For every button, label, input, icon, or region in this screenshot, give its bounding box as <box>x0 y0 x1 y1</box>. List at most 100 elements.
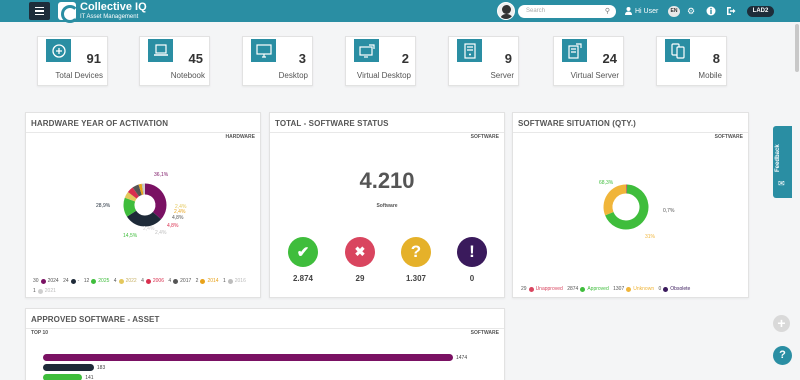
slice-label: 2,4% <box>155 230 167 236</box>
app-logo[interactable]: Collective IQ IT Asset Management <box>58 1 147 23</box>
status-unknown-count: 1.307 <box>405 274 427 283</box>
hardware-year-donut-chart <box>123 183 167 227</box>
donut-slice[interactable] <box>126 210 162 227</box>
bar-value-label: 183 <box>96 365 106 371</box>
device-count: 91 <box>86 51 101 66</box>
slice-label: 4,8% <box>167 223 179 229</box>
notebook-icon <box>148 39 173 62</box>
slice-label: 2,4% <box>175 204 187 210</box>
donut-slice[interactable] <box>138 183 144 196</box>
plus-circle-icon <box>46 39 71 62</box>
legend-item[interactable]: 1 2021 <box>33 286 56 296</box>
approved-software-panel: APPROVED SOFTWARE - ASSET TOP 10 SOFTWAR… <box>25 308 505 380</box>
slice-label: 2,4% <box>143 226 155 232</box>
check-icon[interactable]: ✔ <box>288 237 318 267</box>
legend-item[interactable]: 1 2016 <box>223 276 246 286</box>
slice-label: 0,7% <box>663 208 675 214</box>
language-selector[interactable]: EN <box>668 6 680 17</box>
legend-item[interactable]: 4 2022 <box>114 276 137 286</box>
legend-item[interactable]: 1307 Unknown <box>613 286 654 292</box>
legend-item[interactable]: 24- <box>63 276 79 286</box>
panel-title: TOTAL - SOFTWARE STATUS <box>275 119 389 128</box>
search-input[interactable]: Search ⚲ <box>518 5 616 18</box>
status-approved-count: 2.874 <box>292 274 314 283</box>
desktop-icon <box>251 39 276 62</box>
user-menu[interactable]: Hi User <box>625 7 658 15</box>
legend-item[interactable]: 2874 Approved <box>567 286 609 292</box>
device-label: Notebook <box>170 71 205 80</box>
search-icon[interactable]: ⚲ <box>605 7 610 15</box>
bar[interactable] <box>43 354 453 361</box>
exclamation-icon[interactable]: ! <box>457 237 487 267</box>
settings-gear-icon[interactable]: ⚙ <box>687 6 695 16</box>
hamburger-menu-button[interactable] <box>29 2 50 20</box>
device-card-server[interactable]: 9 Server <box>448 36 519 86</box>
app-title: Collective IQ <box>80 1 147 13</box>
help-button[interactable]: ? <box>773 346 792 365</box>
top-navigation-bar: Collective IQ IT Asset Management Search… <box>0 0 800 23</box>
donut-slice[interactable] <box>127 187 140 199</box>
panel-subtitle: TOP 10 <box>31 330 49 336</box>
donut-slice[interactable] <box>123 197 137 217</box>
info-icon[interactable] <box>706 6 716 18</box>
question-icon[interactable]: ? <box>401 237 431 267</box>
cross-icon[interactable]: ✖ <box>345 237 375 267</box>
device-card-total[interactable]: 91 Total Devices <box>37 36 108 86</box>
scrollbar[interactable] <box>795 24 799 72</box>
device-label: Mobile <box>698 71 722 80</box>
slice-label: 36,1% <box>154 172 169 178</box>
device-card-virtual-desktop[interactable]: 2 Virtual Desktop <box>345 36 416 86</box>
feedback-tab[interactable]: Feedback ✉ <box>773 126 792 198</box>
status-unapproved-count: 29 <box>355 274 365 283</box>
feedback-label: Feedback <box>775 144 781 172</box>
donut-slice[interactable] <box>124 191 137 202</box>
legend-item[interactable]: 4 2006 <box>141 276 164 286</box>
software-total: 4.210 <box>359 168 415 193</box>
device-card-desktop[interactable]: 3 Desktop <box>242 36 313 86</box>
donut-slice[interactable] <box>144 183 167 220</box>
legend-item[interactable]: 29 Unapproved <box>521 286 563 292</box>
feedback-icon: ✉ <box>778 179 785 188</box>
mobile-icon <box>665 39 690 62</box>
server-icon <box>457 39 482 62</box>
legend-item[interactable]: 2 2014 <box>196 276 219 286</box>
donut-slice[interactable] <box>132 184 143 197</box>
software-situation-legend: 29 Unapproved 2874 Approved 1307 Unknown 0O… <box>521 286 746 292</box>
software-situation-panel: SOFTWARE SITUATION (QTY.) SOFTWARE 68,3%… <box>512 112 749 298</box>
device-count: 2 <box>401 51 409 66</box>
legend-item[interactable]: 30 2024 <box>33 276 59 286</box>
panel-tag: SOFTWARE <box>470 134 499 140</box>
legend-item[interactable]: 12 2025 <box>84 276 110 286</box>
hardware-year-legend: 30 2024 24- 12 2025 4 2022 4 2006 4 2017 2 201… <box>33 276 258 296</box>
panel-title: APPROVED SOFTWARE - ASSET <box>31 315 160 324</box>
device-label: Virtual Desktop <box>356 71 411 80</box>
bar[interactable] <box>43 364 94 371</box>
bar[interactable] <box>43 374 83 380</box>
device-card-virtual-server[interactable]: 24 Virtual Server <box>553 36 624 86</box>
device-label: Server <box>490 71 514 80</box>
software-situation-donut-chart <box>603 184 649 230</box>
slice-label: 28,9% <box>96 203 111 209</box>
slice-label: 14,5% <box>123 233 138 239</box>
legend-item[interactable]: 4 2017 <box>168 276 191 286</box>
device-label: Total Devices <box>55 71 103 80</box>
device-card-notebook[interactable]: 45 Notebook <box>139 36 210 86</box>
user-avatar[interactable] <box>497 2 515 20</box>
device-label: Virtual Server <box>570 71 619 80</box>
logout-icon[interactable] <box>726 6 736 18</box>
donut-slice[interactable] <box>603 184 627 216</box>
logo-icon <box>58 2 79 23</box>
software-status-panel: TOTAL - SOFTWARE STATUS SOFTWARE 4.210 S… <box>269 112 505 298</box>
legend-item[interactable]: 0 Obsolete <box>659 286 691 292</box>
hardware-year-panel: HARDWARE YEAR OF ACTIVATION HARDWARE 36,… <box>25 112 261 298</box>
user-greeting: Hi User <box>635 7 659 15</box>
device-count: 8 <box>712 51 720 66</box>
slice-label: 4,8% <box>172 215 184 221</box>
tenant-badge[interactable]: LAD2 <box>747 6 774 17</box>
slice-label: 31% <box>645 234 656 240</box>
device-count: 9 <box>504 51 512 66</box>
bar-value-label: 1474 <box>456 355 468 361</box>
add-widget-button[interactable]: + <box>773 315 790 332</box>
device-card-mobile[interactable]: 8 Mobile <box>656 36 727 86</box>
device-label: Desktop <box>278 71 308 80</box>
